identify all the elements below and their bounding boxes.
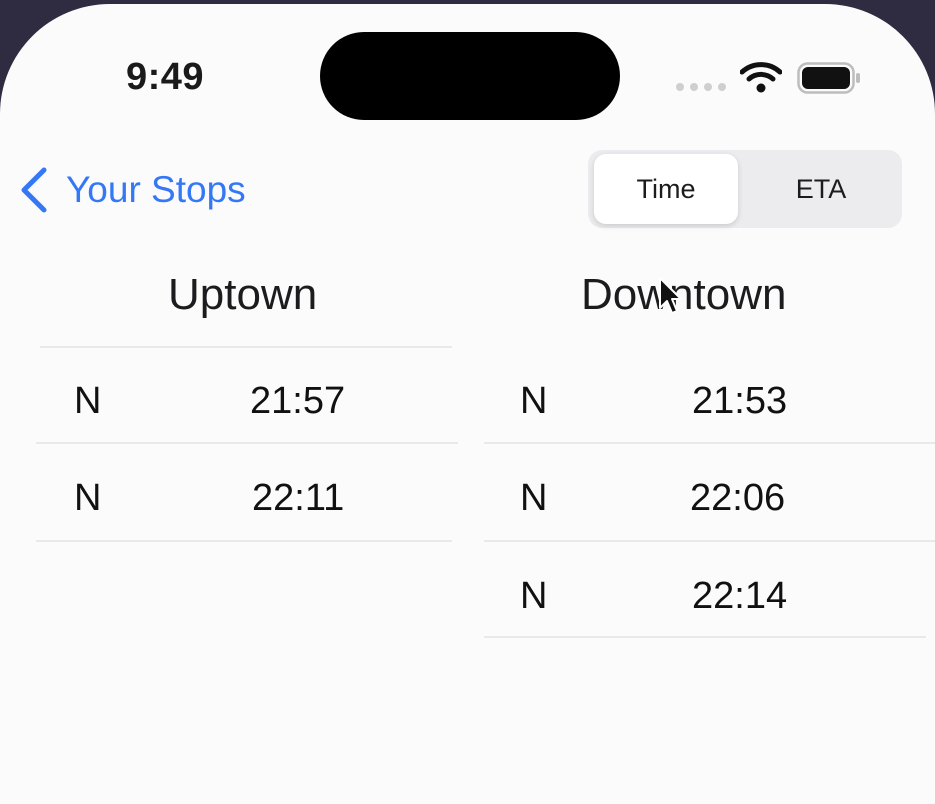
divider — [484, 442, 935, 444]
cellular-signal-icon — [676, 83, 726, 91]
wifi-icon — [740, 62, 782, 93]
segment-eta[interactable]: ETA — [746, 154, 896, 224]
line-label: N — [520, 477, 548, 519]
arrival-time: 22:06 — [690, 477, 786, 519]
back-button[interactable]: Your Stops — [18, 166, 246, 214]
battery-icon — [797, 62, 860, 94]
back-button-label: Your Stops — [66, 169, 246, 210]
segment-time[interactable]: Time — [594, 154, 738, 224]
line-label: N — [74, 380, 102, 422]
line-label: N — [74, 477, 102, 519]
arrival-time: 21:53 — [692, 380, 788, 422]
divider — [36, 540, 452, 542]
uptown-title: Uptown — [168, 270, 318, 319]
divider — [40, 346, 452, 348]
segmented-control: Time ETA — [588, 150, 902, 228]
arrival-time: 21:57 — [250, 380, 346, 422]
chevron-left-icon — [21, 167, 47, 213]
line-label: N — [520, 380, 548, 422]
dynamic-island — [320, 32, 620, 120]
divider — [484, 636, 926, 638]
phone-screen: 9:49 Your Stops Time ETA Uptown N 21:57 … — [0, 4, 935, 804]
status-time: 9:49 — [126, 56, 205, 98]
divider — [36, 442, 458, 444]
arrival-time: 22:11 — [252, 477, 345, 519]
mouse-cursor-icon — [659, 277, 682, 314]
divider — [484, 540, 935, 542]
arrival-time: 22:14 — [692, 575, 788, 617]
line-label: N — [520, 575, 548, 617]
